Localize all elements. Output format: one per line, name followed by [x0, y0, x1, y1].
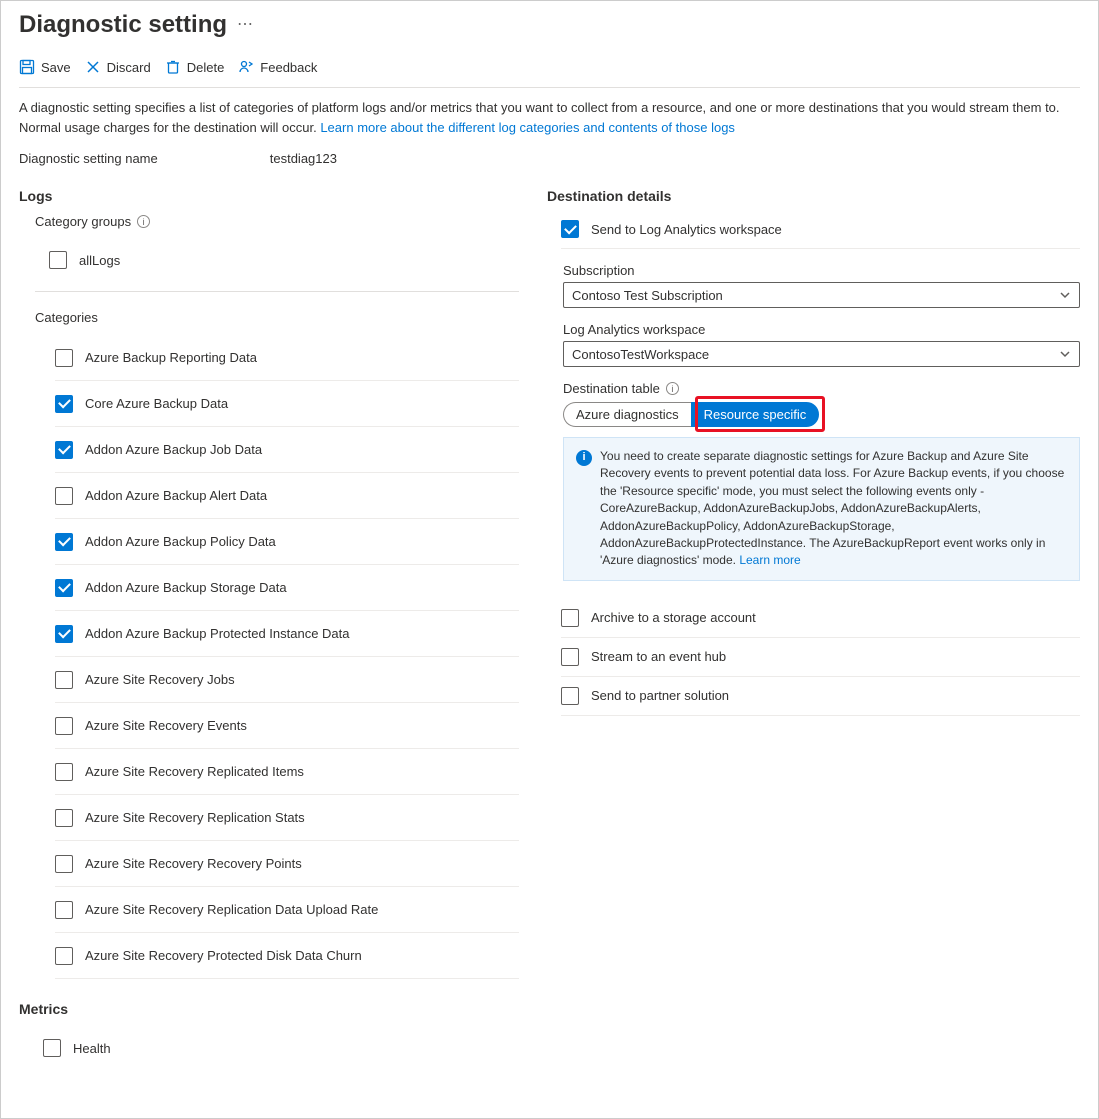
archive-label: Archive to a storage account [591, 610, 756, 625]
eventhub-label: Stream to an event hub [591, 649, 726, 664]
category-checkbox[interactable] [55, 487, 73, 505]
category-row: Addon Azure Backup Protected Instance Da… [55, 611, 519, 657]
info-icon[interactable]: i [137, 215, 150, 228]
more-icon[interactable]: ⋯ [237, 14, 253, 36]
feedback-label: Feedback [260, 60, 317, 75]
category-checkbox[interactable] [55, 717, 73, 735]
feedback-button[interactable]: Feedback [238, 59, 317, 75]
category-label: Addon Azure Backup Policy Data [85, 534, 276, 549]
category-checkbox[interactable] [55, 441, 73, 459]
category-checkbox[interactable] [55, 763, 73, 781]
category-label: Addon Azure Backup Storage Data [85, 580, 287, 595]
delete-label: Delete [187, 60, 225, 75]
category-label: Azure Site Recovery Replicated Items [85, 764, 304, 779]
info-icon[interactable]: i [666, 382, 679, 395]
info-learn-more-link[interactable]: Learn more [739, 553, 800, 567]
workspace-label: Log Analytics workspace [563, 322, 1080, 337]
metric-checkbox[interactable] [43, 1039, 61, 1057]
partner-label: Send to partner solution [591, 688, 729, 703]
category-label: Addon Azure Backup Job Data [85, 442, 262, 457]
save-label: Save [41, 60, 71, 75]
category-row: Azure Site Recovery Protected Disk Data … [55, 933, 519, 979]
category-row: Addon Azure Backup Alert Data [55, 473, 519, 519]
category-label: Core Azure Backup Data [85, 396, 228, 411]
destination-heading: Destination details [547, 188, 1080, 204]
intro-learn-more-link[interactable]: Learn more about the different log categ… [320, 120, 735, 135]
category-checkbox[interactable] [55, 855, 73, 873]
category-row: Addon Azure Backup Storage Data [55, 565, 519, 611]
category-checkbox[interactable] [55, 809, 73, 827]
alllogs-checkbox[interactable] [49, 251, 67, 269]
category-checkbox[interactable] [55, 395, 73, 413]
chevron-down-icon [1059, 348, 1071, 360]
dest-table-azure-diagnostics[interactable]: Azure diagnostics [563, 402, 691, 427]
alllogs-label: allLogs [79, 253, 120, 268]
eventhub-checkbox[interactable] [561, 648, 579, 666]
category-label: Azure Site Recovery Replication Stats [85, 810, 305, 825]
category-row: Azure Site Recovery Recovery Points [55, 841, 519, 887]
metric-row: Health [43, 1025, 519, 1071]
category-row: Azure Site Recovery Events [55, 703, 519, 749]
setting-name-label: Diagnostic setting name [19, 151, 158, 166]
category-label: Azure Site Recovery Replication Data Upl… [85, 902, 378, 917]
save-button[interactable]: Save [19, 59, 71, 75]
category-label: Azure Site Recovery Protected Disk Data … [85, 948, 362, 963]
discard-icon [85, 59, 101, 75]
category-row: Addon Azure Backup Policy Data [55, 519, 519, 565]
workspace-value: ContosoTestWorkspace [572, 347, 709, 362]
category-groups-label: Category groups [35, 214, 131, 229]
category-row: Azure Backup Reporting Data [55, 335, 519, 381]
discard-button[interactable]: Discard [85, 59, 151, 75]
archive-checkbox[interactable] [561, 609, 579, 627]
info-callout: i You need to create separate diagnostic… [563, 437, 1080, 581]
chevron-down-icon [1059, 289, 1071, 301]
category-label: Azure Backup Reporting Data [85, 350, 257, 365]
category-row: Azure Site Recovery Jobs [55, 657, 519, 703]
dest-table-label: Destination table [563, 381, 660, 396]
category-checkbox[interactable] [55, 947, 73, 965]
info-callout-icon: i [576, 450, 592, 466]
info-callout-text: You need to create separate diagnostic s… [600, 449, 1064, 567]
category-label: Azure Site Recovery Events [85, 718, 247, 733]
partner-checkbox[interactable] [561, 687, 579, 705]
send-la-label: Send to Log Analytics workspace [591, 222, 782, 237]
category-checkbox[interactable] [55, 901, 73, 919]
category-checkbox[interactable] [55, 533, 73, 551]
category-row: Azure Site Recovery Replicated Items [55, 749, 519, 795]
subscription-value: Contoso Test Subscription [572, 288, 723, 303]
page-title: Diagnostic setting [19, 11, 227, 39]
send-la-checkbox[interactable] [561, 220, 579, 238]
delete-button[interactable]: Delete [165, 59, 225, 75]
category-label: Addon Azure Backup Alert Data [85, 488, 267, 503]
category-row: Azure Site Recovery Replication Stats [55, 795, 519, 841]
category-label: Azure Site Recovery Recovery Points [85, 856, 302, 871]
category-row: Azure Site Recovery Replication Data Upl… [55, 887, 519, 933]
logs-heading: Logs [19, 188, 519, 204]
subscription-label: Subscription [563, 263, 1080, 278]
category-checkbox[interactable] [55, 579, 73, 597]
category-row: Addon Azure Backup Job Data [55, 427, 519, 473]
category-row: Core Azure Backup Data [55, 381, 519, 427]
category-label: Addon Azure Backup Protected Instance Da… [85, 626, 350, 641]
toolbar: Save Discard Delete Feedback [19, 51, 1080, 88]
discard-label: Discard [107, 60, 151, 75]
categories-label: Categories [35, 310, 519, 325]
dest-table-resource-specific[interactable]: Resource specific [691, 402, 820, 427]
delete-icon [165, 59, 181, 75]
category-checkbox[interactable] [55, 349, 73, 367]
subscription-select[interactable]: Contoso Test Subscription [563, 282, 1080, 308]
metrics-heading: Metrics [19, 1001, 519, 1017]
category-checkbox[interactable] [55, 671, 73, 689]
save-icon [19, 59, 35, 75]
category-checkbox[interactable] [55, 625, 73, 643]
intro-text: A diagnostic setting specifies a list of… [19, 98, 1080, 137]
setting-name-value[interactable]: testdiag123 [270, 151, 337, 166]
metric-label: Health [73, 1041, 111, 1056]
feedback-icon [238, 59, 254, 75]
workspace-select[interactable]: ContosoTestWorkspace [563, 341, 1080, 367]
category-label: Azure Site Recovery Jobs [85, 672, 235, 687]
